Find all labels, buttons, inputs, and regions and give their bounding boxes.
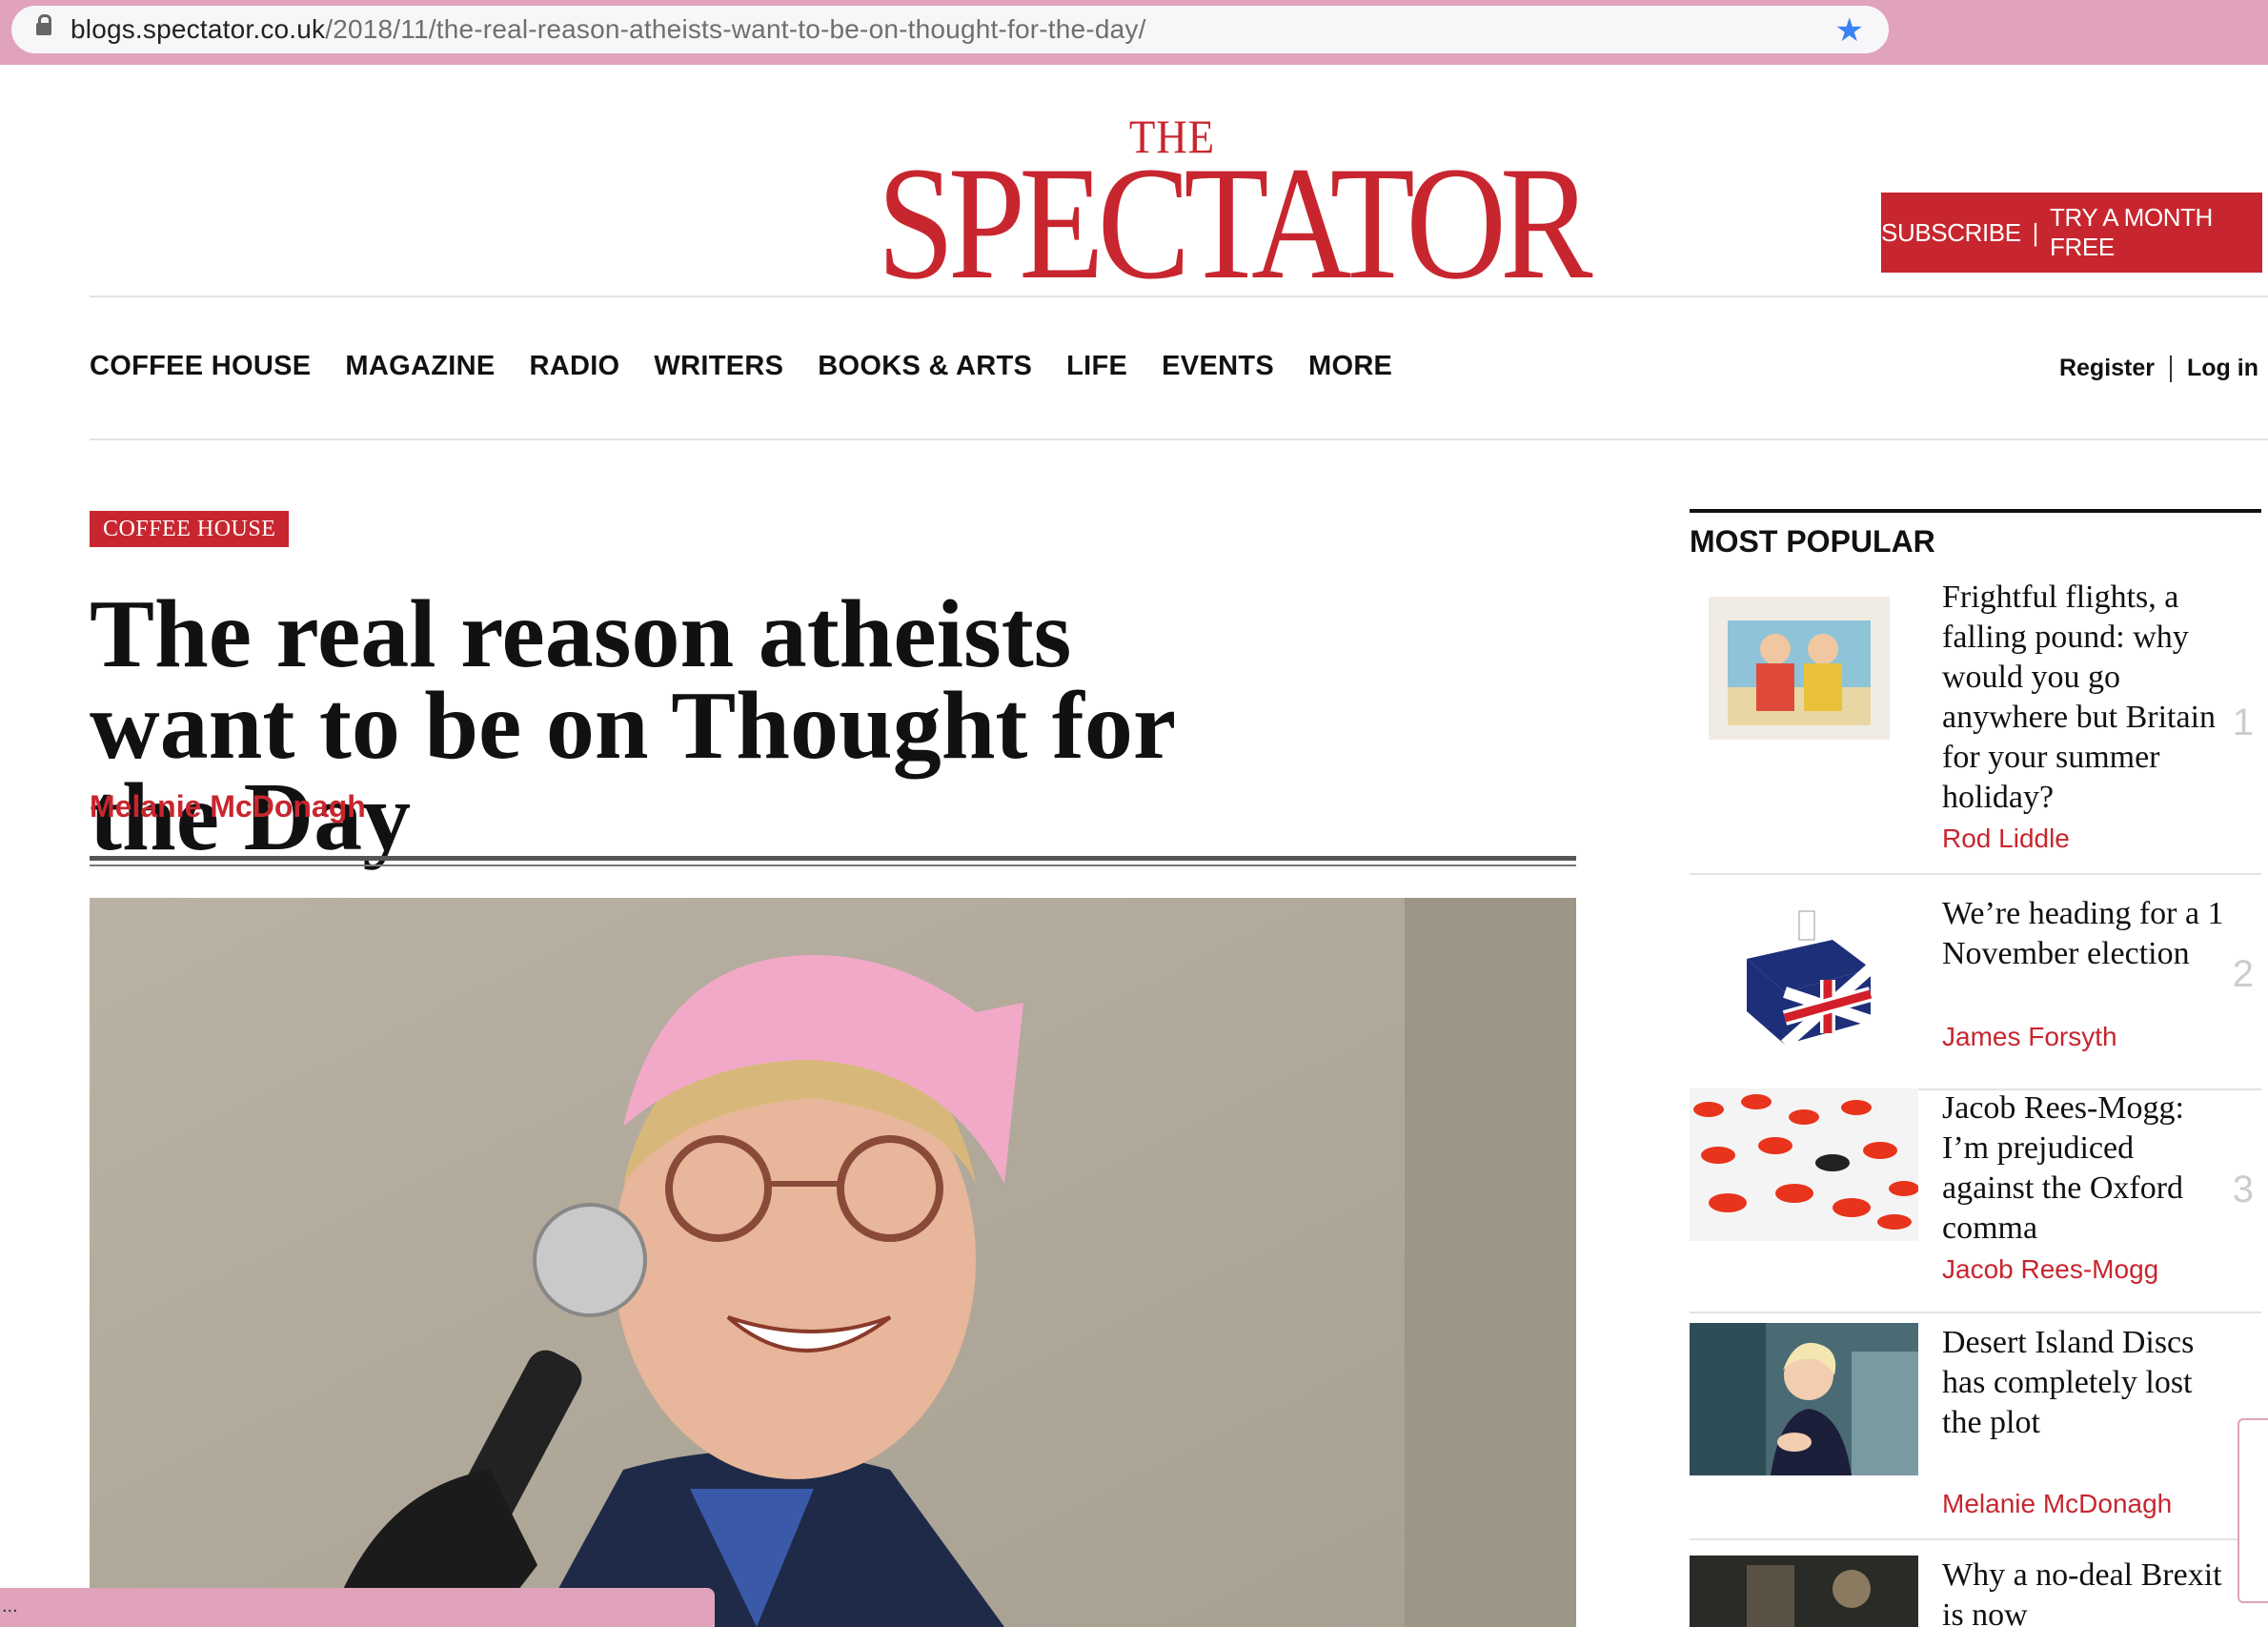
separator: | bbox=[2032, 217, 2039, 247]
auth-links: Register Log in bbox=[2059, 355, 2258, 382]
popular-item-rank: 1 bbox=[2232, 702, 2254, 743]
most-popular-heading: MOST POPULAR bbox=[1690, 524, 1935, 559]
url-domain: blogs.spectator.co.uk bbox=[71, 14, 326, 44]
notification-popup-edge[interactable] bbox=[2238, 1418, 2268, 1603]
sidebar-top-rule bbox=[1690, 509, 2261, 513]
site-logo[interactable]: THE SPECTATOR bbox=[829, 112, 1592, 313]
logo-main-text: SPECTATOR bbox=[877, 133, 1592, 313]
nav-item-coffee-house[interactable]: COFFEE HOUSE bbox=[90, 351, 311, 382]
popular-item-author[interactable]: Jacob Rees-Mogg bbox=[1942, 1254, 2158, 1285]
item-divider bbox=[1690, 1538, 2261, 1540]
nav-item-books-arts[interactable]: BOOKS & ARTS bbox=[818, 351, 1032, 382]
popular-item-rank: 3 bbox=[2232, 1169, 2254, 1210]
headline-rule bbox=[90, 856, 1576, 861]
url-path: /2018/11/the-real-reason-atheists-want-t… bbox=[325, 14, 1146, 44]
popular-item-title[interactable]: Why a no-deal Brexit is now bbox=[1942, 1556, 2228, 1627]
nav-item-radio[interactable]: RADIO bbox=[529, 351, 619, 382]
browser-toolbar: blogs.spectator.co.uk/2018/11/the-real-r… bbox=[0, 0, 2268, 65]
popular-item-rank: 2 bbox=[2232, 953, 2254, 995]
subscribe-label: SUBSCRIBE bbox=[1881, 217, 2021, 247]
popular-item[interactable]: Why a no-deal Brexit is now bbox=[1690, 1556, 2261, 1627]
popular-item[interactable]: Jacob Rees-Mogg: I’m prejudiced against … bbox=[1690, 1088, 2261, 1313]
popular-item-title[interactable]: Jacob Rees-Mogg: I’m prejudiced against … bbox=[1942, 1088, 2228, 1249]
popular-item-title[interactable]: Desert Island Discs has completely lost … bbox=[1942, 1323, 2228, 1443]
login-link[interactable]: Log in bbox=[2187, 355, 2258, 382]
popular-item-title[interactable]: Frightful flights, a falling pound: why … bbox=[1942, 578, 2228, 818]
nav-item-life[interactable]: LIFE bbox=[1066, 351, 1127, 382]
nav-divider bbox=[90, 438, 2268, 440]
item-divider bbox=[1690, 873, 2261, 875]
popular-item[interactable]: We’re heading for a 1 November election … bbox=[1690, 894, 2261, 1096]
nav-item-more[interactable]: MORE bbox=[1308, 351, 1392, 382]
hero-image bbox=[90, 898, 1576, 1627]
nav-item-magazine[interactable]: MAGAZINE bbox=[345, 351, 495, 382]
trial-label: TRY A MONTH FREE bbox=[2050, 203, 2213, 261]
url-text[interactable]: blogs.spectator.co.uk/2018/11/the-real-r… bbox=[71, 14, 1146, 45]
popular-item-author[interactable]: Rod Liddle bbox=[1942, 824, 2070, 854]
section-tag[interactable]: COFFEE HOUSE bbox=[90, 511, 290, 547]
auth-divider bbox=[2170, 355, 2173, 382]
header-divider bbox=[90, 295, 2268, 297]
address-bar[interactable]: blogs.spectator.co.uk/2018/11/the-real-r… bbox=[11, 6, 1889, 53]
article-thumbnail[interactable] bbox=[1690, 1323, 1918, 1475]
popular-item[interactable]: Frightful flights, a falling pound: why … bbox=[1690, 578, 2261, 875]
article-thumbnail[interactable] bbox=[1690, 1556, 1918, 1627]
browser-status-bar: ... bbox=[0, 1588, 715, 1627]
register-link[interactable]: Register bbox=[2059, 355, 2155, 382]
article-thumbnail[interactable] bbox=[1690, 1088, 1918, 1241]
article-thumbnail[interactable] bbox=[1728, 902, 1880, 1054]
popular-item-title[interactable]: We’re heading for a 1 November election bbox=[1942, 894, 2228, 974]
subscribe-button[interactable]: SUBSCRIBE | TRY A MONTH FREE bbox=[1881, 193, 2262, 273]
nav-item-events[interactable]: EVENTS bbox=[1162, 351, 1274, 382]
article-thumbnail[interactable] bbox=[1709, 597, 1890, 740]
nav-item-writers[interactable]: WRITERS bbox=[654, 351, 783, 382]
lock-icon bbox=[36, 14, 51, 36]
popular-item-author[interactable]: James Forsyth bbox=[1942, 1022, 2117, 1052]
bookmark-star-icon[interactable]: ★ bbox=[1835, 11, 1864, 50]
headline-rule-thin bbox=[90, 864, 1576, 866]
popular-item-author[interactable]: Melanie McDonagh bbox=[1942, 1489, 2172, 1519]
main-nav: COFFEE HOUSE MAGAZINE RADIO WRITERS BOOK… bbox=[90, 351, 1392, 382]
status-text: ... bbox=[2, 1596, 18, 1617]
popular-item[interactable]: Desert Island Discs has completely lost … bbox=[1690, 1323, 2261, 1540]
article-author[interactable]: Melanie McDonagh bbox=[90, 789, 366, 824]
item-divider bbox=[1690, 1312, 2261, 1313]
